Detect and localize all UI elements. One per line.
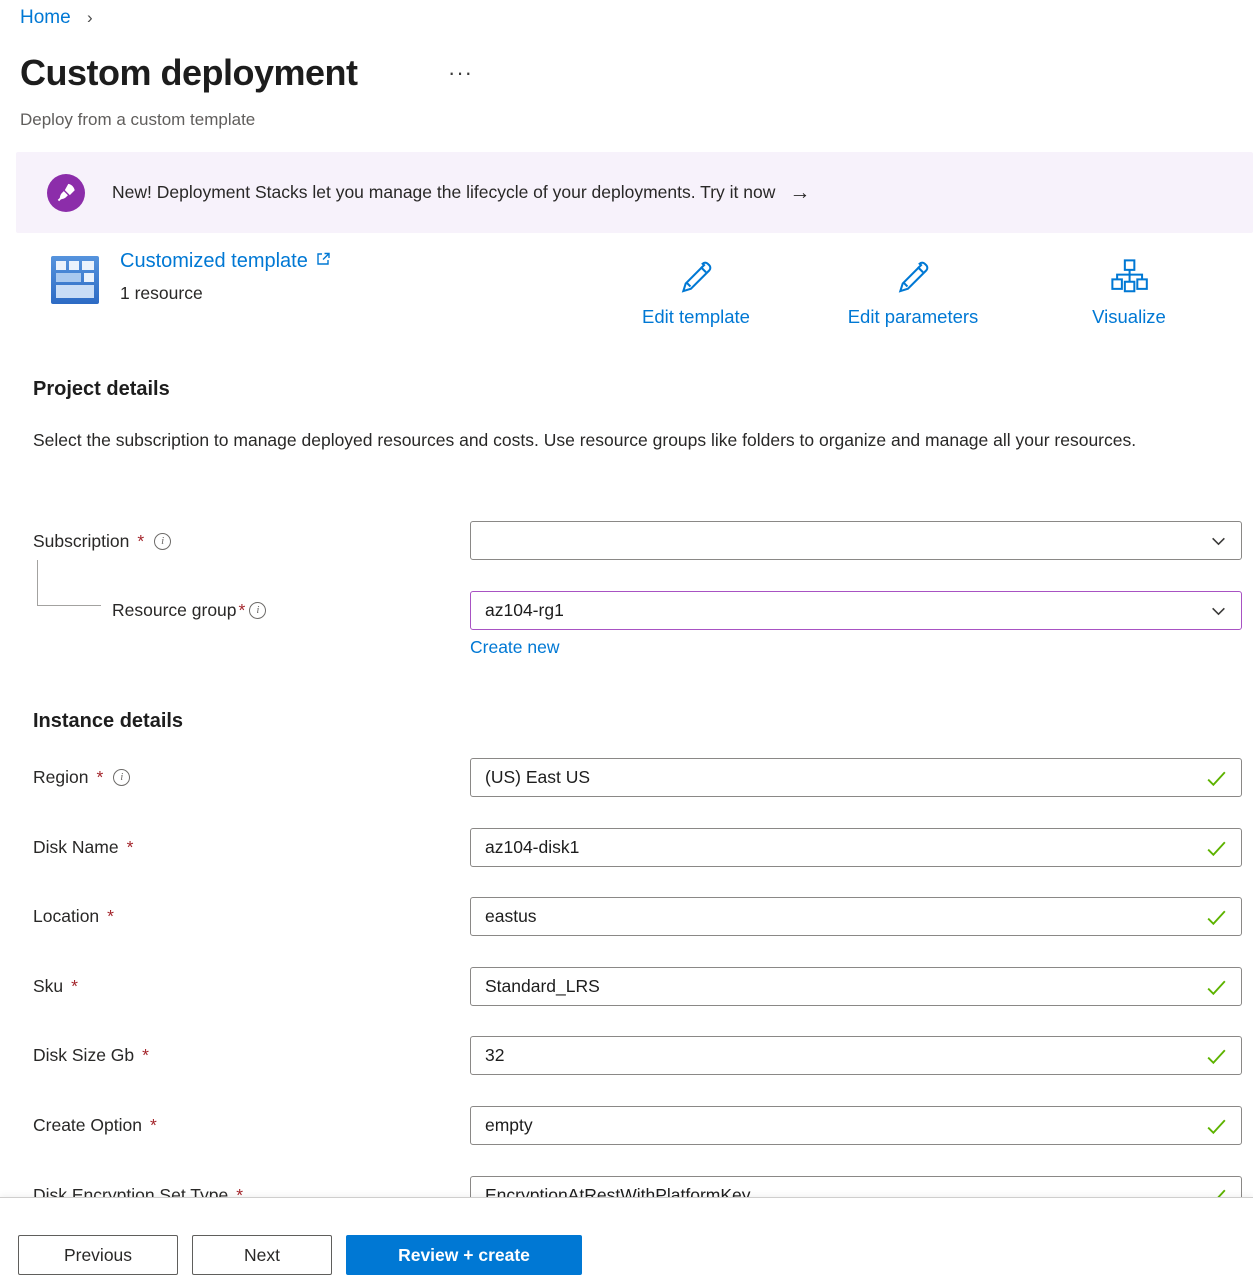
rocket-icon <box>47 174 85 212</box>
resource-count: 1 resource <box>120 283 203 304</box>
field-label: Create Option * <box>33 1115 157 1136</box>
valid-check-icon <box>1204 766 1229 796</box>
page-subtitle: Deploy from a custom template <box>20 110 255 130</box>
form-row: Region * i (US) East US <box>0 758 1253 797</box>
field-label: Disk Size Gb * <box>33 1045 149 1066</box>
edit-parameters-button[interactable]: Edit parameters <box>803 258 1023 328</box>
more-options-icon[interactable]: ··· <box>448 60 473 86</box>
custom-deployment-page: Home › Custom deployment ··· Deploy from… <box>0 0 1253 1280</box>
edit-template-button[interactable]: Edit template <box>586 258 806 328</box>
field-value: az104-disk1 <box>485 837 579 858</box>
field-value: Standard_LRS <box>485 976 600 997</box>
project-details-description: Select the subscription to manage deploy… <box>33 425 1183 456</box>
subscription-label: Subscription * i <box>33 531 171 552</box>
chevron-down-icon <box>1210 603 1227 625</box>
resource-group-value: az104-rg1 <box>485 600 564 621</box>
template-icon <box>50 255 100 310</box>
field-value: empty <box>485 1115 533 1136</box>
required-asterisk: * <box>107 906 114 927</box>
field-label: Disk Name * <box>33 837 133 858</box>
edit-parameters-label: Edit parameters <box>803 306 1023 328</box>
banner-message: New! Deployment Stacks let you manage th… <box>112 182 775 203</box>
field-label: Location * <box>33 906 114 927</box>
create-new-link[interactable]: Create new <box>470 637 560 658</box>
required-asterisk: * <box>127 837 134 858</box>
required-asterisk: * <box>71 976 78 997</box>
required-asterisk: * <box>137 531 144 552</box>
required-asterisk: * <box>239 600 246 621</box>
form-row: Create Option * empty <box>0 1106 1253 1145</box>
footer-bar: Previous Next Review + create <box>0 1197 1253 1280</box>
required-asterisk: * <box>142 1045 149 1066</box>
form-row: Sku * Standard_LRS <box>0 967 1253 1006</box>
field-label: Region * i <box>33 767 130 788</box>
breadcrumb-home-link[interactable]: Home <box>20 7 71 28</box>
field-value: 32 <box>485 1045 504 1066</box>
required-asterisk: * <box>96 767 103 788</box>
chevron-down-icon <box>1210 533 1227 555</box>
valid-check-icon <box>1204 1114 1229 1144</box>
breadcrumb-separator: › <box>87 8 93 27</box>
field-input[interactable]: empty <box>470 1106 1242 1145</box>
field-input[interactable]: eastus <box>470 897 1242 936</box>
valid-check-icon <box>1204 905 1229 935</box>
field-input[interactable]: az104-disk1 <box>470 828 1242 867</box>
external-link-icon <box>315 250 331 273</box>
valid-check-icon <box>1204 836 1229 866</box>
edit-template-label: Edit template <box>586 306 806 328</box>
field-input[interactable]: (US) East US <box>470 758 1242 797</box>
pencil-icon <box>677 283 715 300</box>
customized-template-label: Customized template <box>120 250 308 273</box>
valid-check-icon <box>1204 975 1229 1005</box>
info-icon[interactable]: i <box>249 602 266 619</box>
instance-details-heading: Instance details <box>33 710 183 733</box>
field-value: (US) East US <box>485 767 590 788</box>
field-input[interactable]: 32 <box>470 1036 1242 1075</box>
form-row: Disk Size Gb * 32 <box>0 1036 1253 1075</box>
form-row: Disk Name * az104-disk1 <box>0 828 1253 867</box>
review-create-button[interactable]: Review + create <box>346 1235 582 1275</box>
previous-button[interactable]: Previous <box>18 1235 178 1275</box>
pencil-icon <box>894 283 932 300</box>
arrow-right-icon: → <box>789 181 810 205</box>
info-icon[interactable]: i <box>113 769 130 786</box>
child-field-connector <box>37 560 101 606</box>
visualize-label: Visualize <box>1019 306 1239 328</box>
form-row: Location * eastus <box>0 897 1253 936</box>
breadcrumb: Home › <box>20 7 93 29</box>
required-asterisk: * <box>150 1115 157 1136</box>
hierarchy-icon <box>1110 283 1148 300</box>
field-value: eastus <box>485 906 537 927</box>
customized-template-link[interactable]: Customized template <box>120 250 331 273</box>
resource-group-label: Resource group * i <box>112 600 266 621</box>
deployment-stacks-banner[interactable]: New! Deployment Stacks let you manage th… <box>16 152 1253 233</box>
page-title: Custom deployment <box>20 52 358 94</box>
field-input[interactable]: Standard_LRS <box>470 967 1242 1006</box>
subscription-dropdown[interactable] <box>470 521 1242 560</box>
valid-check-icon <box>1204 1044 1229 1074</box>
project-details-heading: Project details <box>33 378 170 401</box>
field-label: Sku * <box>33 976 78 997</box>
info-icon[interactable]: i <box>154 533 171 550</box>
next-button[interactable]: Next <box>192 1235 332 1275</box>
visualize-button[interactable]: Visualize <box>1019 258 1239 328</box>
resource-group-dropdown[interactable]: az104-rg1 <box>470 591 1242 630</box>
